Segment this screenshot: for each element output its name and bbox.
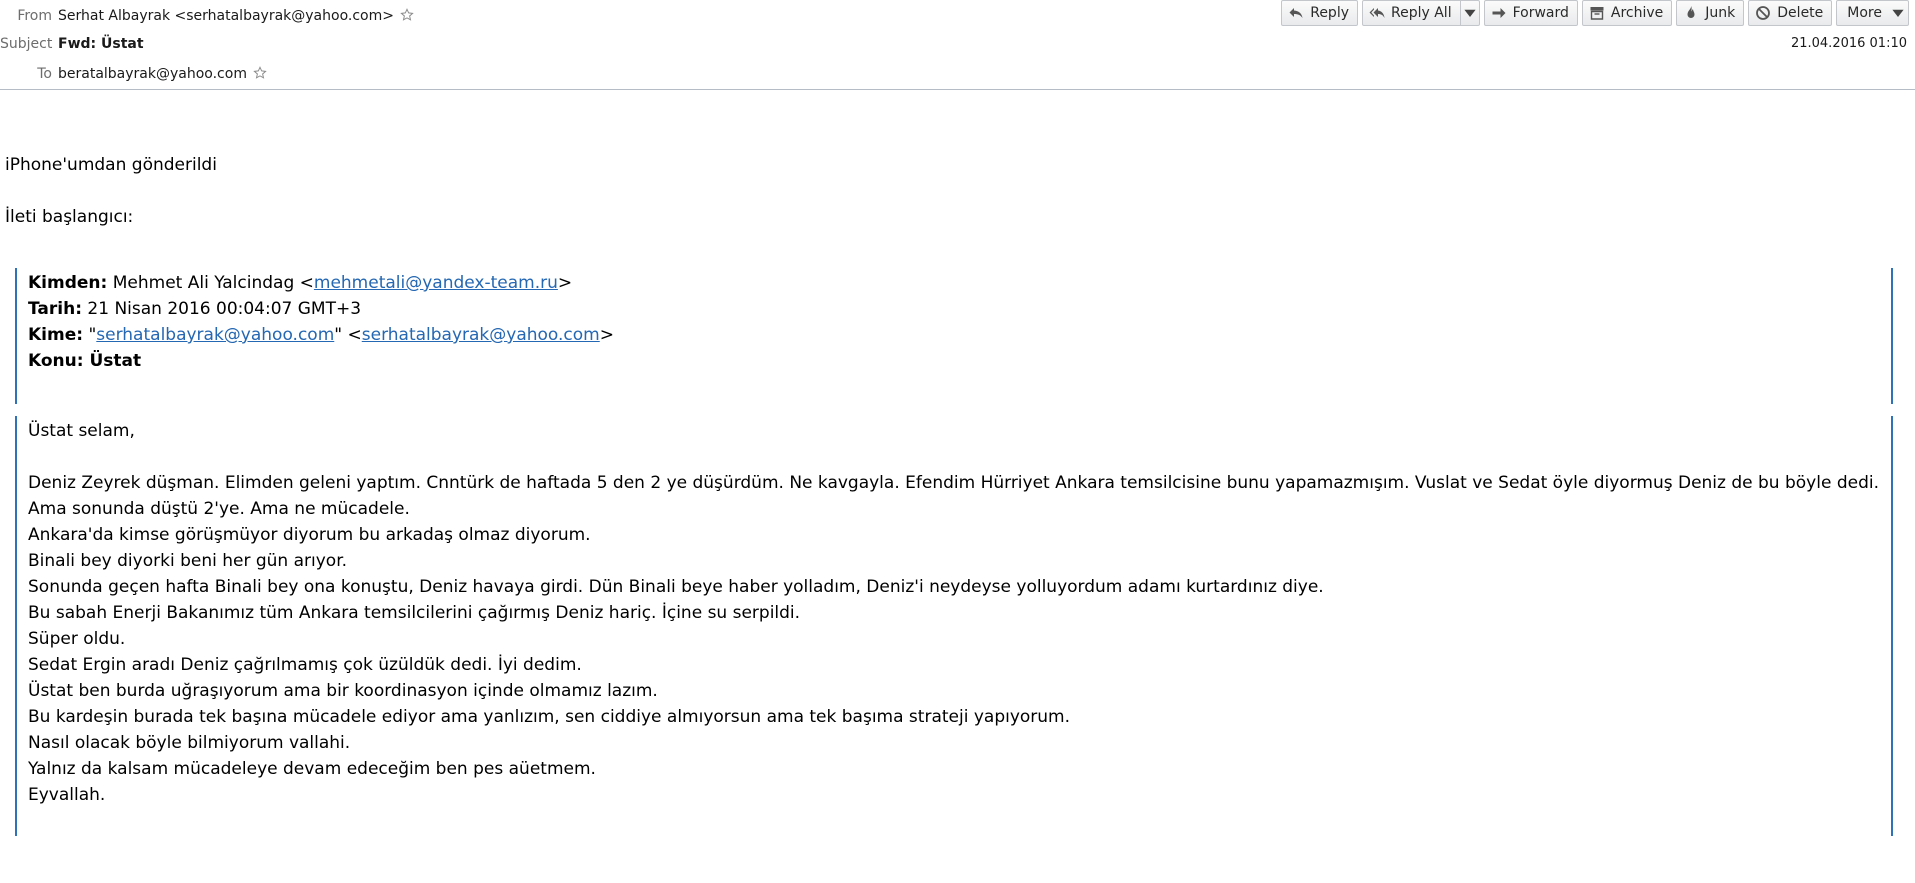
to-row: To beratalbayrak@yahoo.com (0, 64, 268, 84)
subject-label: Subject (0, 36, 53, 52)
chevron-down-icon (1890, 5, 1904, 21)
body-line: Üstat ben burda uğraşıyorum ama bir koor… (28, 681, 658, 701)
body-line: Sedat Ergin aradı Deniz çağrılmamış çok … (28, 655, 582, 675)
kime-email-link-2[interactable]: serhatalbayrak@yahoo.com (362, 325, 600, 345)
body-line: Bu sabah Enerji Bakanımız tüm Ankara tem… (28, 603, 801, 623)
archive-label: Archive (1610, 5, 1664, 21)
kime-label: Kime: (28, 325, 84, 345)
forwarded-header-quote: Kimden: Mehmet Ali Yalcindag <mehmetali@… (15, 268, 1893, 404)
body-line (28, 444, 1891, 470)
to-label: To (37, 66, 52, 82)
body-line: Bu kardeşin burada tek başına mücadele e… (28, 707, 1071, 727)
subject-row: Subject Fwd: Üstat (0, 34, 144, 54)
konu-value: Üstat (83, 351, 142, 371)
body-line: Sonunda geçen hafta Binali bey ona konuş… (28, 577, 1324, 597)
subject-value: Fwd: Üstat (58, 36, 144, 52)
konu-label: Konu: (28, 351, 84, 371)
tarih-value: 21 Nisan 2016 00:04:07 GMT+3 (82, 299, 362, 319)
kimden-line: Kimden: Mehmet Ali Yalcindag <mehmetali@… (28, 270, 1891, 296)
body-line: Üstat selam, (28, 421, 135, 441)
body-line: Binali bey diyorki beni her gün arıyor. (28, 551, 348, 571)
flame-icon (1687, 6, 1695, 18)
from-label: From (17, 8, 52, 24)
to-value[interactable]: beratalbayrak@yahoo.com (58, 66, 247, 82)
archive-icon (1590, 7, 1604, 20)
reply-button[interactable]: Reply (1281, 0, 1358, 26)
reply-icon (1289, 8, 1303, 18)
chevron-down-icon (1463, 9, 1476, 17)
delete-button[interactable]: Delete (1748, 0, 1833, 26)
from-value[interactable]: Serhat Albayrak <serhatalbayrak@yahoo.co… (58, 8, 394, 24)
junk-button[interactable]: Junk (1676, 0, 1745, 26)
more-button[interactable]: More (1836, 0, 1909, 26)
kime-mid: " < (334, 325, 362, 345)
reply-label: Reply (1310, 5, 1349, 21)
more-label: More (1847, 5, 1882, 21)
forwarded-body-quote: Üstat selam, Deniz Zeyrek düşman. Elimde… (15, 416, 1893, 836)
forward-arrow-icon (1492, 8, 1506, 18)
prohibited-icon (1756, 6, 1771, 20)
body-line: Eyvallah. (28, 785, 106, 805)
from-row: From Serhat Albayrak <serhatalbayrak@yaho… (0, 6, 415, 26)
archive-button[interactable]: Archive (1581, 0, 1673, 26)
kimden-email-link[interactable]: mehmetali@yandex-team.ru (314, 273, 558, 293)
tarih-line: Tarih: 21 Nisan 2016 00:04:07 GMT+3 (28, 296, 1891, 322)
forward-start-line: İleti başlangıcı: (5, 207, 134, 227)
kimden-name: Mehmet Ali Yalcindag < (107, 273, 314, 293)
body-line: Yalnız da kalsam mücadeleye devam edeceğ… (28, 759, 596, 779)
kime-line: Kime: "serhatalbayrak@yahoo.com" <serhat… (28, 322, 1891, 348)
star-icon[interactable] (253, 66, 268, 80)
star-icon[interactable] (400, 8, 415, 22)
reply-all-icon (1369, 8, 1385, 18)
body-line: Deniz Zeyrek düşman. Elimden geleni yapt… (28, 473, 1879, 493)
body-line: Ama sonunda düştü 2'ye. Ama ne mücadele. (28, 499, 410, 519)
sent-from-line: iPhone'umdan gönderildi (5, 155, 217, 175)
message-header: From Serhat Albayrak <serhatalbayrak@yaho… (0, 0, 1915, 90)
reply-all-button[interactable]: Reply All (1362, 0, 1480, 26)
konu-line: Konu: Üstat (28, 348, 1891, 374)
tarih-label: Tarih: (28, 299, 82, 319)
kime-quote-open: " (83, 325, 97, 345)
kime-email-link-1[interactable]: serhatalbayrak@yahoo.com (96, 325, 334, 345)
body-line: Nasıl olacak böyle bilmiyorum vallahi. (28, 733, 351, 753)
kimden-label: Kimden: (28, 273, 108, 293)
reply-all-label: Reply All (1391, 5, 1452, 21)
message-date: 21.04.2016 01:10 (1790, 36, 1907, 51)
delete-label: Delete (1777, 5, 1824, 21)
body-line: Ankara'da kimse görüşmüyor diyorum bu ar… (28, 525, 591, 545)
message-toolbar: Reply Reply All Forward Archive Junk Del… (1281, 0, 1909, 28)
forward-button[interactable]: Forward (1483, 0, 1578, 26)
kime-end: > (599, 325, 614, 345)
kimden-end: > (557, 273, 573, 293)
body-line: Süper oldu. (28, 629, 126, 649)
reply-all-dropdown[interactable] (1459, 1, 1479, 25)
forward-label: Forward (1512, 5, 1569, 21)
junk-label: Junk (1705, 5, 1736, 21)
